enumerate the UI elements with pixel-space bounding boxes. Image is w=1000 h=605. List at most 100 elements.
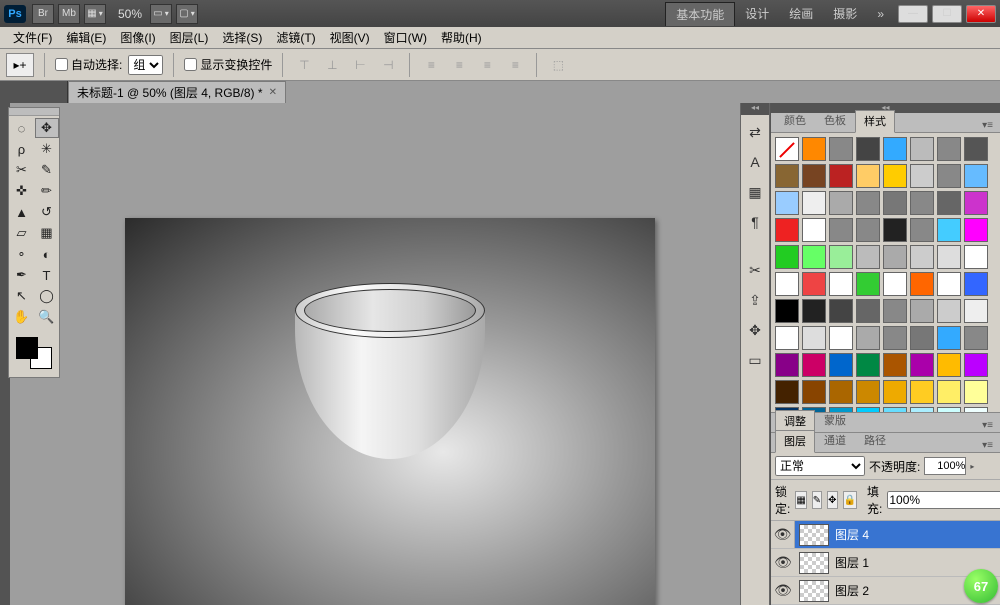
layer-name[interactable]: 图层 4 <box>833 526 1000 543</box>
tab-paths[interactable]: 路径 <box>855 429 895 452</box>
styles-grid[interactable] <box>771 133 1000 413</box>
distribute-btn[interactable]: ≡ <box>476 54 498 76</box>
opacity-slider-icon[interactable]: ▸ <box>970 462 974 471</box>
distribute-btn[interactable]: ≡ <box>448 54 470 76</box>
hand-tool[interactable]: ✋ <box>10 307 34 327</box>
style-swatch[interactable] <box>964 191 988 215</box>
shape-tool[interactable]: ◯ <box>35 286 59 306</box>
path-select-tool[interactable]: ↖ <box>10 286 34 306</box>
style-swatch[interactable] <box>829 353 853 377</box>
style-swatch[interactable] <box>910 218 934 242</box>
menu-select[interactable]: 选择(S) <box>215 29 269 46</box>
style-swatch[interactable] <box>937 380 961 404</box>
workspace-tab-painting[interactable]: 绘画 <box>779 2 823 25</box>
tab-layers[interactable]: 图层 <box>775 430 815 453</box>
style-swatch[interactable] <box>829 218 853 242</box>
style-swatch[interactable] <box>883 245 907 269</box>
style-swatch[interactable] <box>829 164 853 188</box>
window-minimize-button[interactable]: — <box>898 5 928 23</box>
menu-window[interactable]: 窗口(W) <box>377 29 434 46</box>
style-swatch[interactable] <box>910 164 934 188</box>
style-swatch[interactable] <box>856 272 880 296</box>
style-swatch[interactable] <box>829 299 853 323</box>
menu-view[interactable]: 视图(V) <box>323 29 377 46</box>
style-swatch[interactable] <box>883 272 907 296</box>
blur-tool[interactable]: ∘ <box>10 244 34 264</box>
workspace-tab-essentials[interactable]: 基本功能 <box>665 2 735 26</box>
tab-swatches[interactable]: 色板 <box>815 109 855 132</box>
distribute-btn[interactable]: ≡ <box>504 54 526 76</box>
menu-filter[interactable]: 滤镜(T) <box>269 29 322 46</box>
style-swatch[interactable] <box>964 272 988 296</box>
layers-panel-menu-icon[interactable]: ▾≡ <box>975 439 1000 452</box>
style-swatch[interactable] <box>802 299 826 323</box>
style-swatch[interactable] <box>964 380 988 404</box>
style-swatch[interactable] <box>883 353 907 377</box>
foreground-color-swatch[interactable] <box>16 337 38 359</box>
gradient-tool[interactable]: ▦ <box>35 223 59 243</box>
style-swatch[interactable] <box>829 137 853 161</box>
style-swatch[interactable] <box>964 137 988 161</box>
dock-nav-icon[interactable]: ✥ <box>742 317 768 343</box>
style-swatch[interactable] <box>883 218 907 242</box>
style-swatch[interactable] <box>802 137 826 161</box>
style-swatch[interactable] <box>964 353 988 377</box>
auto-select-checkbox[interactable]: 自动选择: <box>55 56 122 73</box>
style-swatch[interactable] <box>883 164 907 188</box>
workspace-more[interactable]: » <box>867 4 894 24</box>
view-extras-dropdown[interactable]: ▦ <box>84 4 106 24</box>
dock-paragraph-icon[interactable]: ¶ <box>742 209 768 235</box>
style-swatch[interactable] <box>910 245 934 269</box>
heal-tool[interactable]: ✜ <box>10 181 34 201</box>
style-swatch[interactable] <box>910 380 934 404</box>
lock-position-icon[interactable]: ✥ <box>827 491 837 509</box>
document-tab-close-icon[interactable]: ✕ <box>269 87 277 98</box>
align-btn[interactable]: ⊣ <box>377 54 399 76</box>
dock-character-icon[interactable]: A <box>742 149 768 175</box>
wand-tool[interactable]: ✳ <box>35 139 59 159</box>
layer-row[interactable]: 👁图层 4 <box>771 521 1000 549</box>
style-swatch[interactable] <box>829 326 853 350</box>
move-tool[interactable]: ✥ <box>35 118 59 138</box>
style-swatch[interactable] <box>775 380 799 404</box>
fill-input[interactable] <box>887 491 1000 509</box>
style-swatch[interactable] <box>856 164 880 188</box>
style-swatch[interactable] <box>937 272 961 296</box>
style-swatch[interactable] <box>829 245 853 269</box>
toolbox-collapse-handle[interactable] <box>0 81 68 103</box>
dock-brush-icon[interactable]: ✂ <box>742 257 768 283</box>
style-swatch[interactable] <box>775 245 799 269</box>
style-swatch[interactable] <box>964 164 988 188</box>
layer-row[interactable]: 👁图层 1 <box>771 549 1000 577</box>
eraser-tool[interactable]: ▱ <box>10 223 34 243</box>
style-swatch[interactable] <box>802 164 826 188</box>
layer-thumbnail[interactable] <box>799 580 829 602</box>
style-swatch[interactable] <box>802 353 826 377</box>
align-btn[interactable]: ⊥ <box>321 54 343 76</box>
distribute-btn[interactable]: ≡ <box>420 54 442 76</box>
style-swatch[interactable] <box>856 191 880 215</box>
minibridge-button[interactable]: Mb <box>58 4 80 24</box>
style-swatch[interactable] <box>910 353 934 377</box>
style-swatch[interactable] <box>910 191 934 215</box>
style-swatch[interactable] <box>775 164 799 188</box>
style-swatch[interactable] <box>937 299 961 323</box>
document-canvas[interactable] <box>125 218 655 605</box>
style-swatch[interactable] <box>937 137 961 161</box>
color-swatches[interactable] <box>14 335 54 371</box>
style-swatch[interactable] <box>856 245 880 269</box>
style-swatch[interactable] <box>802 272 826 296</box>
workspace-tab-design[interactable]: 设计 <box>735 2 779 25</box>
zoom-level[interactable]: 50% <box>118 7 142 21</box>
style-swatch[interactable] <box>856 137 880 161</box>
stamp-tool[interactable]: ▲ <box>10 202 34 222</box>
canvas-viewport[interactable] <box>10 103 740 605</box>
window-maximize-button[interactable]: ☐ <box>932 5 962 23</box>
menu-edit[interactable]: 编辑(E) <box>59 29 113 46</box>
brush-tool[interactable]: ✏ <box>35 181 59 201</box>
style-swatch[interactable] <box>802 191 826 215</box>
tab-channels[interactable]: 通道 <box>815 429 855 452</box>
style-swatch[interactable] <box>775 218 799 242</box>
style-swatch[interactable] <box>856 353 880 377</box>
crop-tool[interactable]: ✂ <box>10 160 34 180</box>
